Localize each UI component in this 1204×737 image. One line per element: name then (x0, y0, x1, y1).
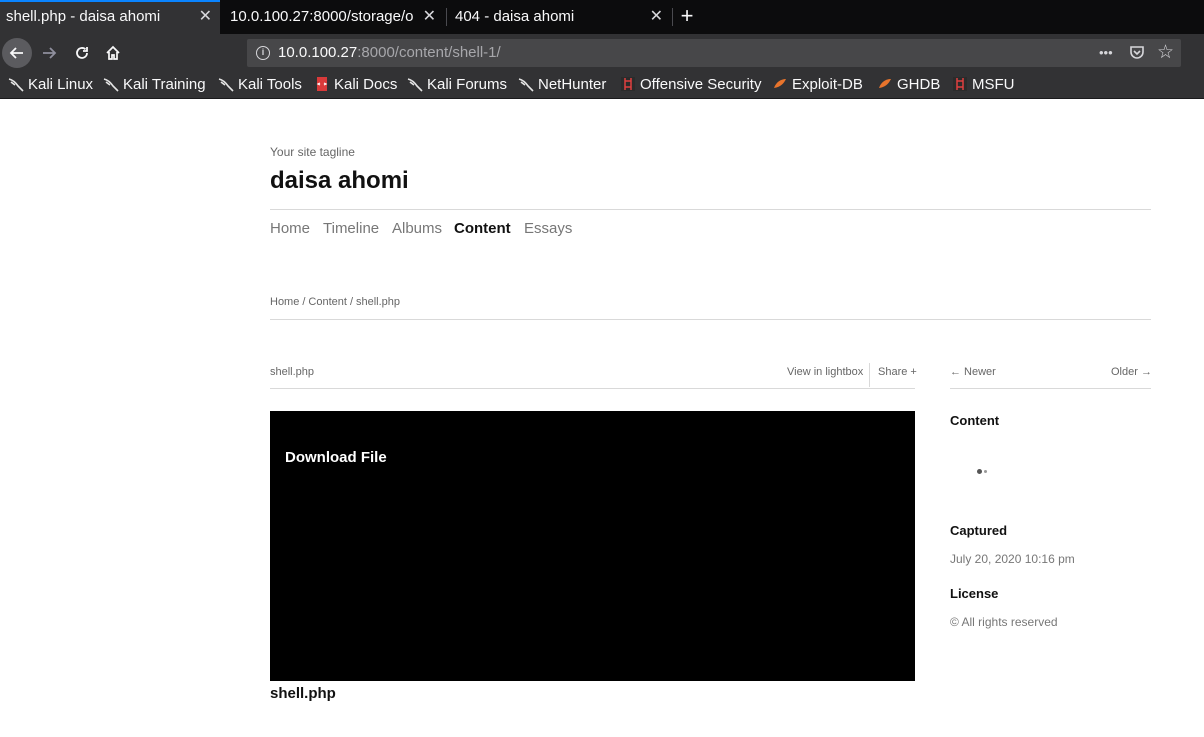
forward-button[interactable] (34, 38, 64, 68)
share-link[interactable]: Share + (878, 366, 917, 378)
license-value: © All rights reserved (950, 615, 1058, 629)
bookmark-exploit-db[interactable]: Exploit-DB (772, 72, 863, 98)
back-button[interactable] (2, 38, 32, 68)
bookmark-star-icon[interactable]: ☆ (1157, 39, 1174, 67)
offsec-icon (953, 77, 967, 91)
breadcrumb-separator: / (302, 296, 306, 308)
kali-dragon-icon (407, 78, 423, 92)
tab-divider (672, 8, 673, 26)
older-link[interactable]: Older → (1111, 366, 1152, 378)
close-icon[interactable]: ✕ (650, 0, 663, 34)
spinner-dot (977, 469, 982, 474)
pager-divider (950, 388, 1151, 389)
license-heading: License (950, 586, 999, 601)
bookmark-label: Exploit-DB (792, 76, 863, 93)
bookmark-label: Kali Tools (238, 76, 302, 93)
breadcrumb-divider (270, 319, 1151, 320)
breadcrumb-content[interactable]: Content (308, 296, 347, 308)
nav-item-content[interactable]: Content (454, 220, 511, 237)
nav-item-timeline[interactable]: Timeline (323, 220, 379, 237)
home-button[interactable] (98, 38, 128, 68)
site-tagline: Your site tagline (270, 145, 355, 159)
tab-shell-php[interactable]: shell.php - daisa ahomi ✕ (0, 0, 220, 34)
captured-date: July 20, 2020 10:16 pm (950, 552, 1075, 566)
home-icon (106, 45, 120, 60)
nav-item-albums[interactable]: Albums (392, 220, 442, 237)
bookmark-label: Kali Forums (427, 76, 508, 93)
bookmark-kali-forums[interactable]: Kali Forums (407, 72, 507, 98)
tab-divider (446, 8, 447, 26)
breadcrumb-current: shell.php (356, 296, 401, 308)
breadcrumb-separator: / (349, 296, 353, 308)
bookmark-label: Kali Linux (28, 76, 94, 93)
close-icon[interactable]: ✕ (423, 0, 436, 34)
bookmark-nethunter[interactable]: NetHunter (518, 72, 606, 98)
bookmark-msfu[interactable]: MSFU (952, 72, 1015, 98)
loading-spinner-icon (977, 469, 989, 474)
url-path: :8000/content/shell-1/ (357, 44, 501, 61)
exploitdb-icon (774, 79, 786, 88)
download-file-link[interactable]: Download File (285, 449, 387, 466)
bookmark-kali-linux[interactable]: Kali Linux (8, 72, 93, 98)
spinner-dot (984, 470, 987, 473)
captured-heading: Captured (950, 523, 1008, 538)
item-header-divider (270, 388, 915, 389)
bookmark-label: MSFU (972, 76, 1015, 93)
bookmark-label: NetHunter (538, 76, 607, 93)
site-info-icon[interactable]: i (256, 46, 270, 60)
bookmark-label: Kali Training (123, 76, 206, 93)
page-actions-icon[interactable]: ••• (1099, 39, 1113, 67)
reload-button[interactable] (67, 38, 97, 68)
view-lightbox-link[interactable]: View in lightbox (787, 366, 863, 378)
site-title[interactable]: daisa ahomi (270, 167, 409, 195)
reload-icon (76, 47, 88, 59)
bookmark-ghdb[interactable]: GHDB (877, 72, 940, 98)
tab-404[interactable]: 404 - daisa ahomi ✕ (449, 0, 671, 34)
newer-link[interactable]: ← Newer (950, 366, 996, 378)
navigation-toolbar: i 10.0.100.27:8000/content/shell-1/ ••• … (0, 34, 1204, 72)
bookmarks-toolbar: Kali Linux Kali Training Kali Tools Kali… (0, 72, 1204, 99)
item-name-label: shell.php (270, 366, 315, 378)
breadcrumb: Home / Content / shell.php (270, 296, 403, 308)
tab-title: 404 - daisa ahomi (455, 8, 575, 25)
file-preview: Download File (270, 411, 915, 681)
kali-dragon-icon (8, 78, 24, 92)
file-caption: shell.php (270, 685, 336, 702)
kali-docs-icon (316, 77, 328, 91)
close-icon[interactable]: ✕ (199, 2, 212, 32)
bookmark-kali-tools[interactable]: Kali Tools (218, 72, 302, 98)
pocket-icon[interactable] (1129, 39, 1145, 67)
exploitdb-icon (879, 79, 891, 88)
bookmark-kali-training[interactable]: Kali Training (103, 72, 206, 98)
action-divider (869, 363, 870, 387)
web-page: Your site tagline daisa ahomi Home Timel… (0, 99, 1204, 737)
pocket-shape-icon (1130, 46, 1144, 59)
address-bar[interactable]: i 10.0.100.27:8000/content/shell-1/ ••• … (247, 39, 1181, 67)
arrow-right-icon (43, 47, 57, 59)
bookmark-offensive-security[interactable]: Offensive Security (620, 72, 761, 98)
breadcrumb-home[interactable]: Home (270, 296, 299, 308)
kali-dragon-icon (218, 78, 234, 92)
tab-title: shell.php - daisa ahomi (6, 8, 161, 25)
new-tab-button[interactable]: + (676, 2, 698, 30)
tab-storage[interactable]: 10.0.100.27:8000/storage/o ✕ (224, 0, 444, 34)
tab-title: 10.0.100.27:8000/storage/o (230, 8, 414, 25)
url-text[interactable]: 10.0.100.27:8000/content/shell-1/ (278, 39, 501, 67)
arrow-left-icon (9, 47, 23, 59)
content-heading: Content (950, 413, 1000, 428)
bookmark-kali-docs[interactable]: Kali Docs (314, 72, 397, 98)
offsec-icon (621, 77, 635, 91)
url-host: 10.0.100.27 (278, 44, 358, 61)
kali-dragon-icon (518, 78, 534, 92)
bookmark-label: GHDB (897, 76, 941, 93)
bookmark-label: Offensive Security (640, 76, 762, 93)
nav-item-essays[interactable]: Essays (524, 220, 572, 237)
tab-strip: shell.php - daisa ahomi ✕ 10.0.100.27:80… (0, 0, 1204, 34)
header-divider (270, 209, 1151, 210)
nav-item-home[interactable]: Home (270, 220, 310, 237)
bookmark-label: Kali Docs (334, 76, 398, 93)
kali-dragon-icon (103, 78, 119, 92)
